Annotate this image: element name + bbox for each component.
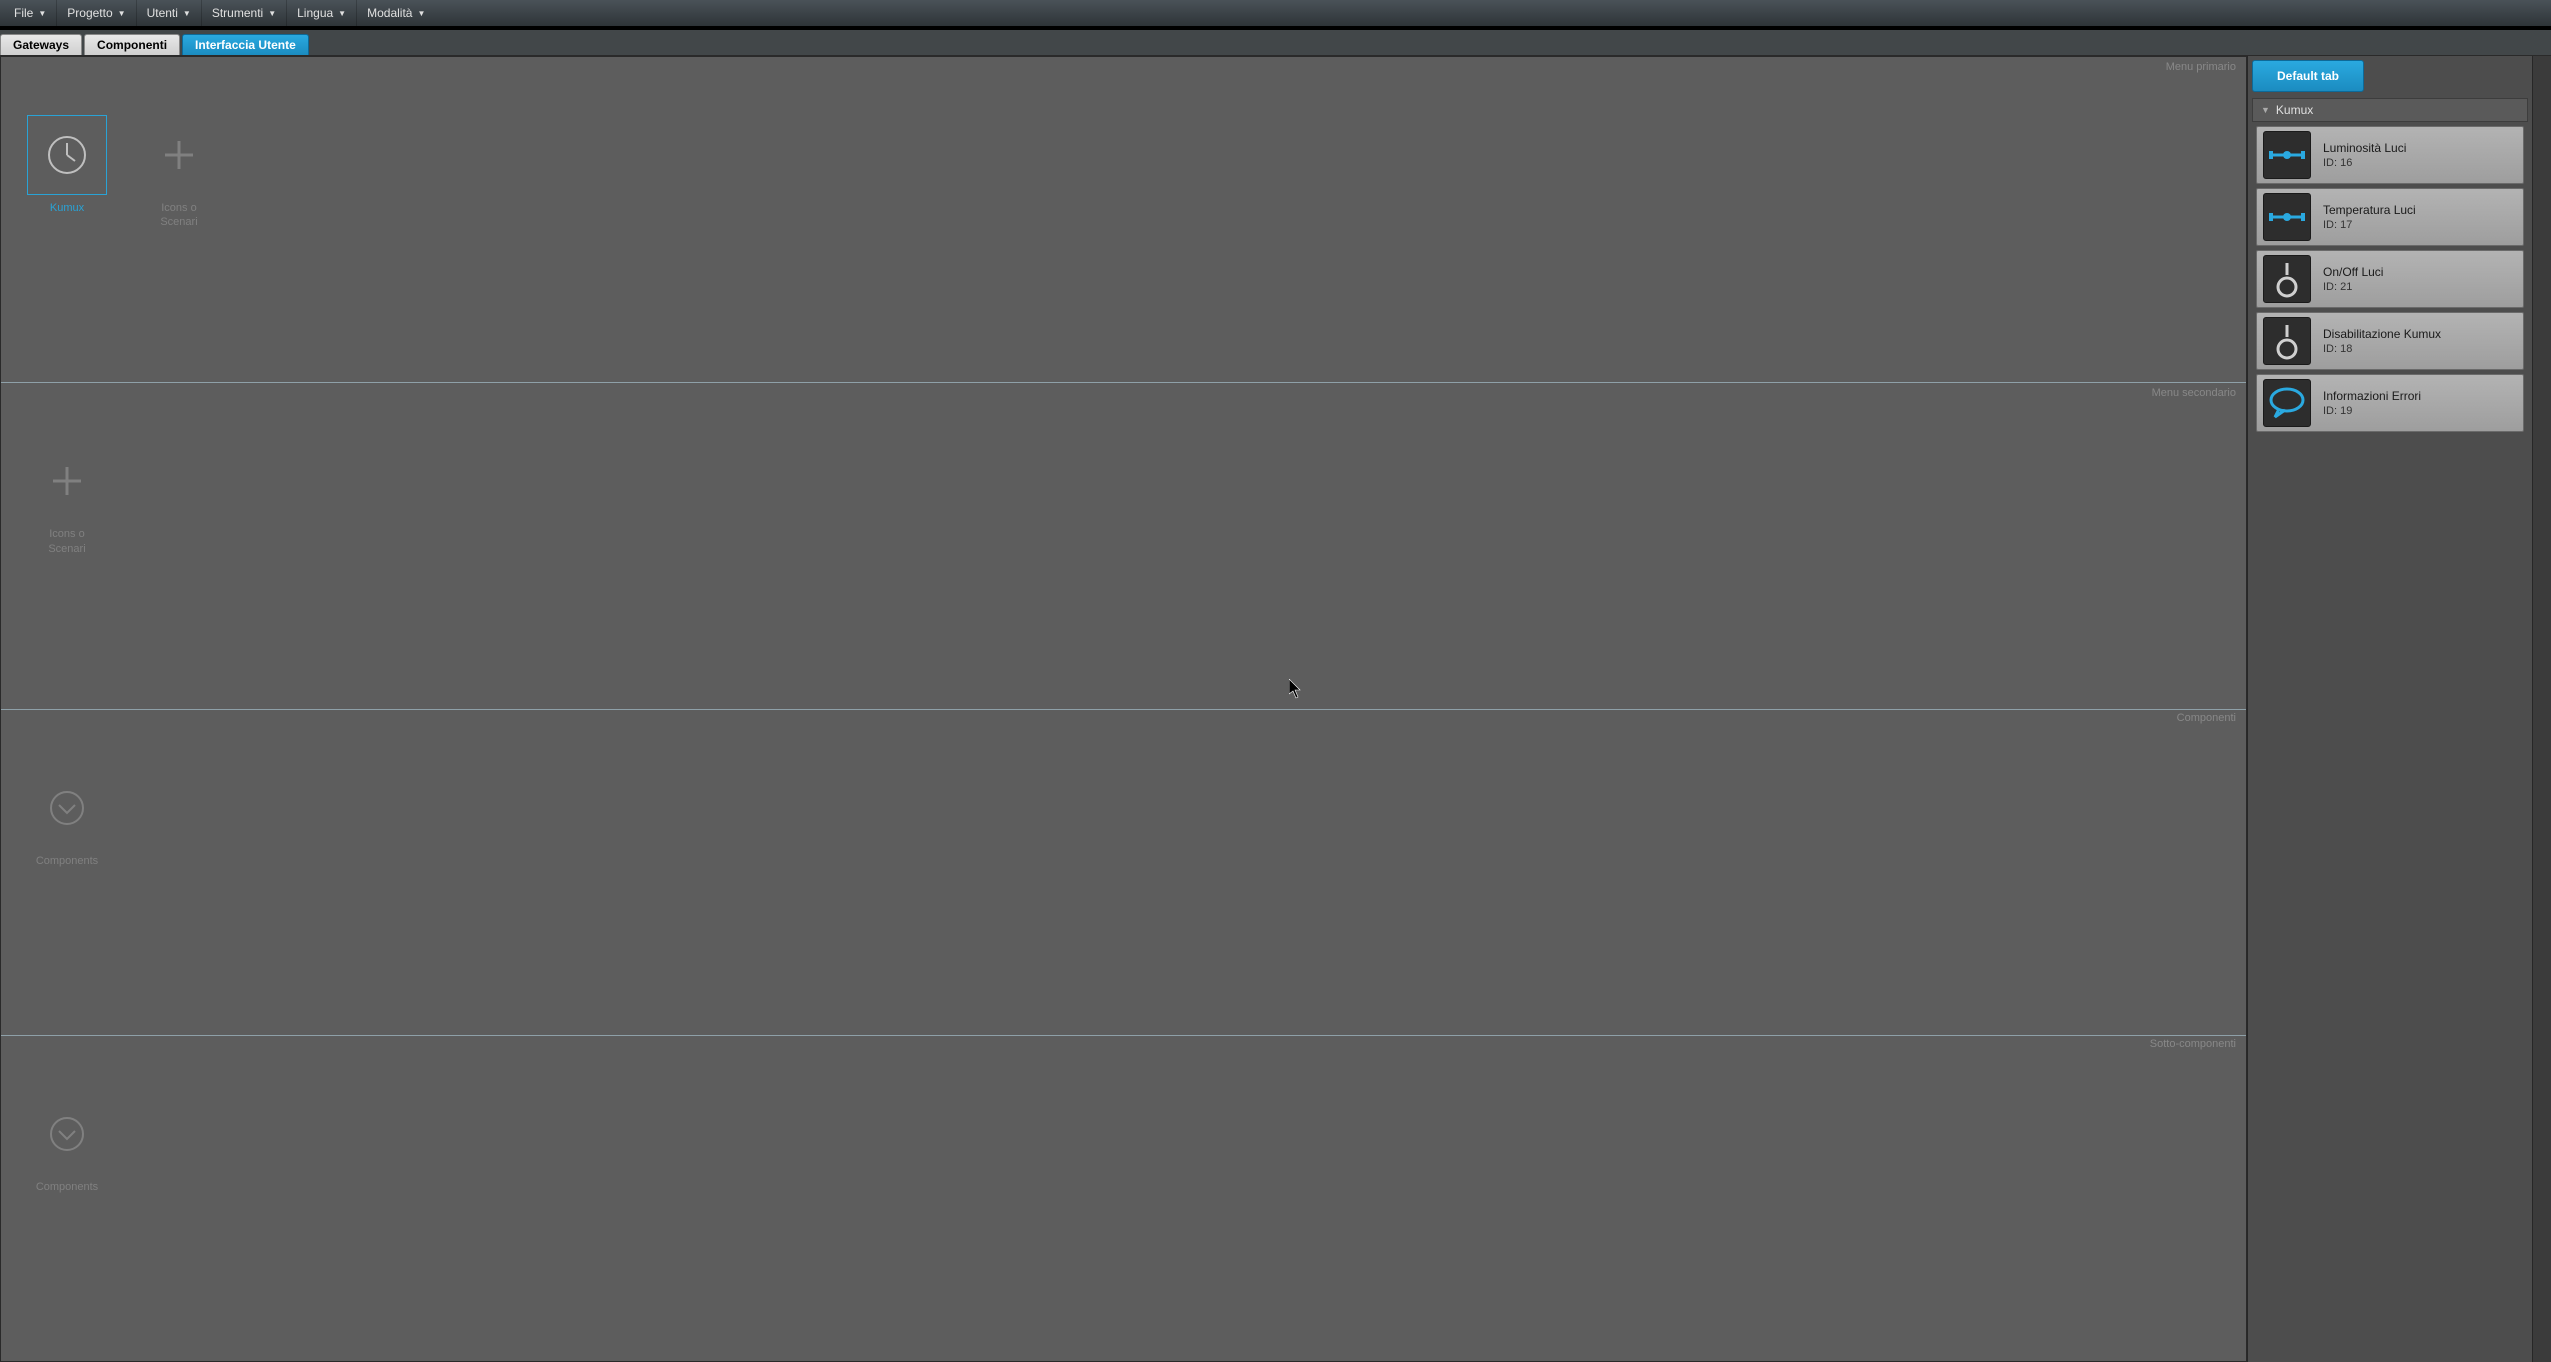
panel-list: Luminosità Luci ID: 16 Temperatura Luci ID:… (2252, 122, 2528, 436)
tile-label: Icons oScenari (160, 201, 197, 230)
dropdown-caret-icon: ▼ (268, 9, 276, 18)
menu-item-strumenti[interactable]: Strumenti ▼ (201, 0, 286, 26)
tab-interfaccia-utente[interactable]: Interfaccia Utente (182, 34, 309, 55)
tile-components[interactable]: Components (27, 768, 107, 868)
panel-item-name: Disabilitazione Kumux (2323, 327, 2441, 341)
panel-item-name: Informazioni Errori (2323, 389, 2421, 403)
default-tab-button[interactable]: Default tab (2252, 60, 2364, 92)
panel-item-name: Temperatura Luci (2323, 203, 2416, 217)
tabbar: GatewaysComponentiInterfaccia Utente (0, 30, 2551, 56)
menu-item-label: Strumenti (212, 6, 263, 20)
menu-item-label: File (14, 6, 33, 20)
slider-icon (2263, 131, 2311, 179)
switch-icon (2263, 317, 2311, 365)
dropdown-caret-icon: ▼ (38, 9, 46, 18)
panel-item-info: Luminosità Luci ID: 16 (2323, 141, 2406, 169)
panel-item-id: ID: 16 (2323, 157, 2406, 169)
right-panel: Default tab ▼ Kumux Luminosità Luci ID: 1… (2247, 56, 2533, 1362)
canvas-row: Componenti Components (1, 710, 2246, 1036)
panel-item[interactable]: Disabilitazione Kumux ID: 18 (2256, 312, 2524, 370)
canvas-row: Menu primario Kumux Icons oScenari (1, 57, 2246, 383)
switch-icon (2263, 255, 2311, 303)
workspace: Menu primarioKumuxIcons oScenariMenu sec… (0, 56, 2551, 1362)
tile-components[interactable]: Components (27, 1094, 107, 1194)
chevron-icon (27, 768, 107, 848)
menu-item-utenti[interactable]: Utenti ▼ (136, 0, 201, 26)
panel-item-info: Disabilitazione Kumux ID: 18 (2323, 327, 2441, 355)
panel-section-title: Kumux (2276, 103, 2313, 117)
panel-item-info: On/Off Luci ID: 21 (2323, 265, 2383, 293)
row-label: Componenti (2177, 712, 2236, 724)
menu-item-label: Progetto (67, 6, 112, 20)
tile-icons o[interactable]: Icons oScenari (139, 115, 219, 230)
menu-item-label: Modalità (367, 6, 412, 20)
tile-label: Icons oScenari (48, 527, 85, 556)
tile-label: Kumux (50, 201, 84, 215)
menu-item-lingua[interactable]: Lingua ▼ (286, 0, 356, 26)
menu-item-file[interactable]: File ▼ (4, 0, 56, 26)
dropdown-caret-icon: ▼ (118, 9, 126, 18)
panel-item-info: Informazioni Errori ID: 19 (2323, 389, 2421, 417)
row-label: Menu secondario (2152, 387, 2236, 399)
tile-label: Components (36, 1180, 98, 1194)
canvas-row: Menu secondario Icons oScenari (1, 383, 2246, 709)
panel-item-id: ID: 19 (2323, 405, 2421, 417)
dropdown-caret-icon: ▼ (417, 9, 425, 18)
tile-label: Components (36, 854, 98, 868)
slider-icon (2263, 193, 2311, 241)
menu-item-label: Lingua (297, 6, 333, 20)
clock-icon (27, 115, 107, 195)
panel-item-info: Temperatura Luci ID: 17 (2323, 203, 2416, 231)
panel-item[interactable]: Temperatura Luci ID: 17 (2256, 188, 2524, 246)
panel-item[interactable]: Informazioni Errori ID: 19 (2256, 374, 2524, 432)
panel-item[interactable]: Luminosità Luci ID: 16 (2256, 126, 2524, 184)
panel-item-id: ID: 21 (2323, 281, 2383, 293)
panel-item-name: On/Off Luci (2323, 265, 2383, 279)
menu-item-label: Utenti (147, 6, 178, 20)
menu-item-modalità[interactable]: Modalità ▼ (356, 0, 435, 26)
add-icon (139, 115, 219, 195)
scrollbar[interactable] (2533, 56, 2551, 1362)
row-label: Sotto-componenti (2150, 1038, 2236, 1050)
panel-item-id: ID: 18 (2323, 343, 2441, 355)
panel-item-id: ID: 17 (2323, 219, 2416, 231)
panel-section-header[interactable]: ▼ Kumux (2252, 98, 2528, 122)
collapse-arrow-icon: ▼ (2261, 105, 2270, 115)
canvas-row: Sotto-componenti Components (1, 1036, 2246, 1361)
dropdown-caret-icon: ▼ (338, 9, 346, 18)
canvas: Menu primarioKumuxIcons oScenariMenu sec… (0, 56, 2247, 1362)
panel-item-name: Luminosità Luci (2323, 141, 2406, 155)
menu-item-progetto[interactable]: Progetto ▼ (56, 0, 135, 26)
row-label: Menu primario (2166, 61, 2236, 73)
add-icon (27, 441, 107, 521)
tab-gateways[interactable]: Gateways (0, 34, 82, 55)
dropdown-caret-icon: ▼ (183, 9, 191, 18)
tab-componenti[interactable]: Componenti (84, 34, 180, 55)
menubar: File▼Progetto▼Utenti▼Strumenti▼Lingua▼Mo… (0, 0, 2551, 26)
tile-icons o[interactable]: Icons oScenari (27, 441, 107, 556)
chat-icon (2263, 379, 2311, 427)
panel-item[interactable]: On/Off Luci ID: 21 (2256, 250, 2524, 308)
chevron-icon (27, 1094, 107, 1174)
tile-kumux[interactable]: Kumux (27, 115, 107, 215)
